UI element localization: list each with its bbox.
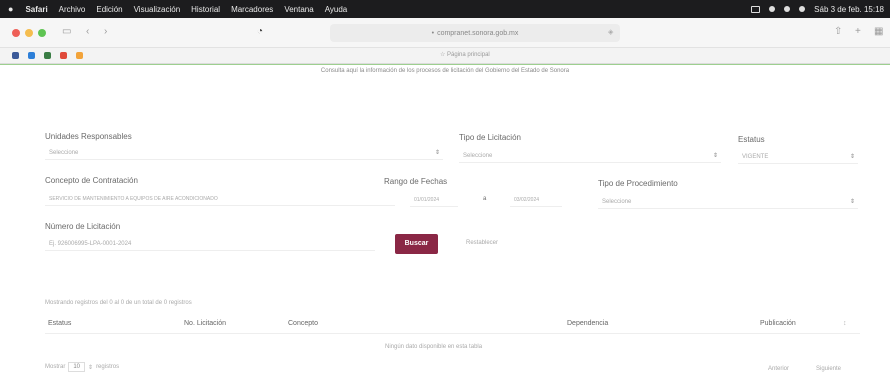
forward-icon[interactable]: › (104, 26, 107, 37)
column-concepto[interactable]: Concepto (288, 320, 318, 327)
battery-icon[interactable] (751, 5, 761, 13)
menu-ayuda[interactable]: Ayuda (325, 5, 348, 14)
browser-toolbar: ▭ ‹ › ◔ • compranet.sonora.gob.mx ◈ ⇧ + … (0, 18, 890, 48)
url-text: compranet.sonora.gob.mx (437, 29, 519, 37)
concepto-label: Concepto de Contratación (45, 176, 138, 185)
favorite-icon[interactable] (60, 52, 67, 59)
numero-input[interactable]: Ej. 926006995-LPA-0001-2024 (45, 237, 375, 251)
fecha-inicio-input[interactable]: 01/01/2024 (410, 193, 458, 207)
tipo-licitacion-label: Tipo de Licitación (459, 133, 521, 142)
results-info: Mostrando registros del 0 al 0 de un tot… (45, 300, 192, 306)
favorite-icon[interactable] (76, 52, 83, 59)
new-tab-icon[interactable]: + (855, 26, 861, 37)
favorite-icon[interactable] (28, 52, 35, 59)
page-tab[interactable]: ☆ Página principal (440, 51, 490, 58)
tab-overview-icon[interactable]: ▦ (874, 26, 883, 37)
favorites-bar: ☆ Página principal (0, 48, 890, 64)
column-no-licitacion[interactable]: No. Licitación (184, 320, 226, 327)
menu-visualizacion[interactable]: Visualización (134, 5, 181, 14)
share-icon[interactable]: ⇧ (834, 26, 842, 37)
privacy-icon[interactable]: ◔ (257, 26, 263, 37)
control-center-icon[interactable] (799, 6, 806, 12)
procedimiento-label: Tipo de Procedimiento (598, 179, 678, 188)
estatus-select[interactable]: VIGENTE ⇕ (738, 150, 858, 164)
fecha-fin-input[interactable]: 03/02/2024 (510, 193, 562, 207)
clock[interactable]: Sáb 3 de feb. 15:18 (814, 5, 884, 14)
previous-page-button[interactable]: Anterior (768, 366, 789, 372)
menu-safari[interactable]: Safari (25, 5, 47, 14)
menu-marcadores[interactable]: Marcadores (231, 5, 273, 14)
tipo-licitacion-select[interactable]: Seleccione ⇕ (459, 149, 721, 163)
search-button[interactable]: Buscar (395, 234, 438, 254)
status-area: Sáb 3 de feb. 15:18 (751, 0, 884, 18)
chevron-down-icon: ⇕ (849, 154, 855, 160)
search-icon[interactable] (784, 6, 791, 12)
macos-menu-bar: ● Safari Archivo Edición Visualización H… (0, 0, 890, 18)
page-length-select[interactable]: 10 (68, 362, 86, 372)
table-divider (45, 333, 860, 334)
page-length-control: Mostrar 10 ⇕ registros (45, 362, 120, 372)
minimize-window-icon[interactable] (25, 29, 33, 37)
star-icon: ☆ (440, 52, 448, 58)
column-estatus[interactable]: Estatus (48, 320, 71, 327)
menu-archivo[interactable]: Archivo (59, 5, 86, 14)
reset-button[interactable]: Restablecer (466, 240, 498, 246)
sidebar-icon[interactable]: ▭ (62, 26, 71, 37)
next-page-button[interactable]: Siguiente (816, 366, 841, 372)
unidades-label: Unidades Responsables (45, 132, 132, 141)
column-publicacion[interactable]: Publicación (760, 320, 796, 327)
chevron-down-icon: ⇕ (712, 153, 718, 159)
apple-icon[interactable]: ● (8, 4, 13, 14)
numero-label: Número de Licitación (45, 222, 121, 231)
empty-table-message: Ningún dato disponible en esta tabla (385, 344, 483, 350)
page-banner: Consulta aquí la información de los proc… (0, 64, 890, 78)
menu-ventana[interactable]: Ventana (284, 5, 313, 14)
concepto-input[interactable]: SERVICIO DE MANTENIMIENTO A EQUIPOS DE A… (45, 192, 395, 206)
unidades-select[interactable]: Seleccione ⇕ (45, 146, 443, 160)
sort-icon[interactable]: ↕ (843, 320, 847, 327)
fechas-separator: a (483, 196, 487, 202)
address-bar[interactable]: • compranet.sonora.gob.mx (330, 24, 620, 42)
translate-icon[interactable]: ◈ (608, 28, 613, 36)
chevron-down-icon: ⇕ (88, 364, 94, 371)
procedimiento-select[interactable]: Seleccione ⇕ (598, 195, 858, 209)
chevron-down-icon: ⇕ (849, 199, 855, 205)
favorite-icon[interactable] (12, 52, 19, 59)
back-icon[interactable]: ‹ (86, 26, 89, 37)
close-window-icon[interactable] (12, 29, 20, 37)
menu-edicion[interactable]: Edición (96, 5, 122, 14)
estatus-label: Estatus (738, 135, 765, 144)
menu-historial[interactable]: Historial (191, 5, 220, 14)
fechas-label: Rango de Fechas (384, 177, 448, 186)
wifi-icon[interactable] (769, 6, 776, 12)
lock-icon: • (431, 29, 435, 37)
zoom-window-icon[interactable] (38, 29, 46, 37)
column-dependencia[interactable]: Dependencia (567, 320, 608, 327)
favorite-icon[interactable] (44, 52, 51, 59)
chevron-down-icon: ⇕ (434, 150, 440, 156)
